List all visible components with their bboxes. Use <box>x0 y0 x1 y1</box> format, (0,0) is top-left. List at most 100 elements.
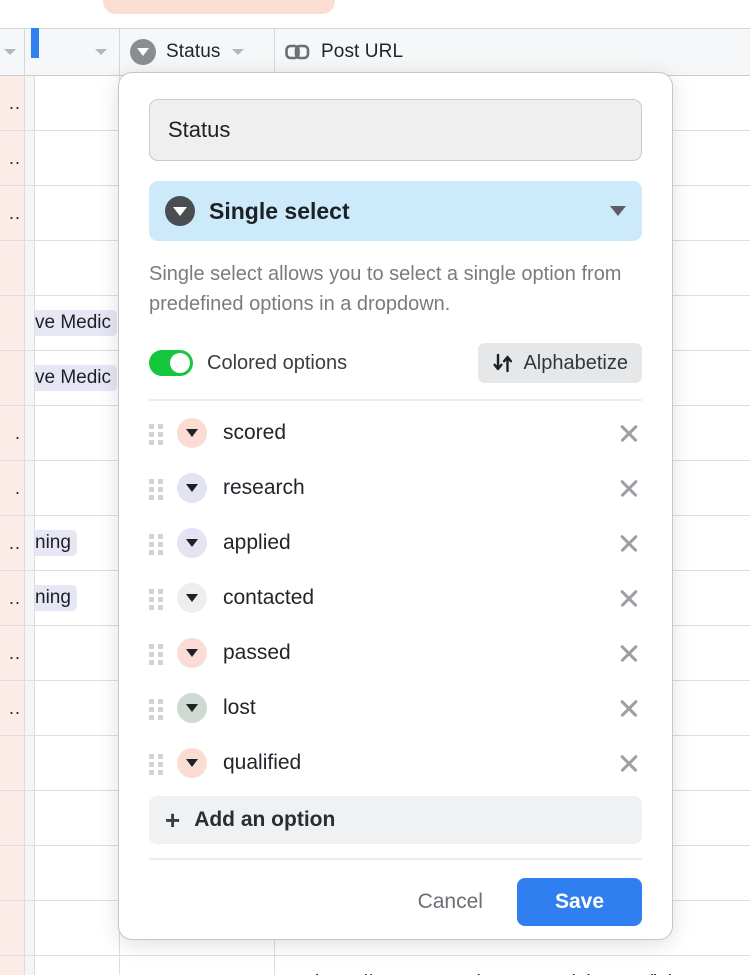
option-color-swatch[interactable] <box>177 637 207 668</box>
row-gutter-cell <box>25 736 35 790</box>
option-row[interactable]: contacted <box>149 570 642 625</box>
row-cell-post-url[interactable]: https://www.remotelyawesomejobs.com/jobs <box>275 956 750 975</box>
close-icon[interactable] <box>616 420 642 446</box>
edit-field-dialog: Single select Single select allows you t… <box>118 72 673 940</box>
row-gutter-cell <box>25 571 35 625</box>
row-cell-company[interactable] <box>35 241 120 295</box>
row-cell-company[interactable]: ning <box>35 571 120 625</box>
save-button[interactable]: Save <box>516 878 642 926</box>
drag-handle-icon[interactable] <box>149 698 165 720</box>
row-marker-cell[interactable]: .. <box>0 516 25 570</box>
close-icon[interactable] <box>616 585 642 611</box>
colored-options-toggle[interactable] <box>149 350 193 376</box>
option-color-swatch[interactable] <box>177 692 207 723</box>
row-gutter-cell <box>25 461 35 515</box>
option-row[interactable]: applied <box>149 515 642 570</box>
option-row[interactable]: lost <box>149 680 642 735</box>
row-cell-company[interactable] <box>35 901 120 955</box>
drag-handle-icon[interactable] <box>149 753 165 775</box>
row-marker-cell[interactable] <box>0 791 25 845</box>
add-option-label: Add an option <box>194 808 336 831</box>
add-option-button[interactable]: + Add an option <box>149 796 642 844</box>
drag-handle-icon[interactable] <box>149 643 165 665</box>
row-cell-company[interactable] <box>35 131 120 185</box>
option-color-swatch[interactable] <box>177 582 207 613</box>
dialog-footer: Cancel Save <box>149 878 642 926</box>
grid-header-cell-post-url[interactable]: Post URL <box>275 28 750 76</box>
close-icon[interactable] <box>616 695 642 721</box>
option-row[interactable]: research <box>149 460 642 515</box>
row-marker-cell[interactable] <box>0 296 25 350</box>
row-marker-cell[interactable]: .. <box>0 131 25 185</box>
row-cell-company[interactable] <box>35 956 120 975</box>
row-gutter-cell <box>25 681 35 735</box>
row-cell-company[interactable] <box>35 626 120 680</box>
cell-chip: ve Medic <box>35 310 118 336</box>
option-name: research <box>223 475 305 499</box>
option-color-swatch[interactable] <box>177 472 207 503</box>
row-marker-cell[interactable] <box>0 241 25 295</box>
footer-divider <box>149 858 642 860</box>
row-cell-company[interactable] <box>35 461 120 515</box>
grid-header-cell-status[interactable]: Status <box>120 28 275 76</box>
field-type-select[interactable]: Single select <box>149 181 642 241</box>
row-marker-cell[interactable]: .. <box>0 571 25 625</box>
drag-handle-icon[interactable] <box>149 588 165 610</box>
drag-handle-icon[interactable] <box>149 423 165 445</box>
chevron-down-icon <box>95 49 107 55</box>
chevron-down-icon <box>4 49 16 55</box>
row-cell-company[interactable] <box>35 76 120 130</box>
row-marker-cell[interactable]: .. <box>0 76 25 130</box>
row-cell-company[interactable] <box>35 791 120 845</box>
row-marker-cell[interactable] <box>0 956 25 975</box>
row-cell-status[interactable] <box>120 956 275 975</box>
drag-handle-icon[interactable] <box>149 478 165 500</box>
app-root: Status Post URL ..17/senio..15/senio..om… <box>0 0 750 975</box>
row-cell-company[interactable]: ve Medic <box>35 296 120 350</box>
row-gutter-cell <box>25 901 35 955</box>
row-marker-cell[interactable] <box>0 901 25 955</box>
grid-header-cell-b[interactable] <box>25 28 120 76</box>
close-icon[interactable] <box>616 475 642 501</box>
row-marker-cell[interactable] <box>0 846 25 900</box>
option-color-swatch[interactable] <box>177 747 207 778</box>
row-marker-cell[interactable]: . <box>0 406 25 460</box>
close-icon[interactable] <box>616 640 642 666</box>
cancel-button[interactable]: Cancel <box>398 880 503 924</box>
option-color-swatch[interactable] <box>177 417 207 448</box>
options-list: scored research applied contacted passed lost… <box>149 405 642 790</box>
row-marker-cell[interactable]: .. <box>0 626 25 680</box>
plus-icon: + <box>165 805 181 835</box>
row-cell-company[interactable] <box>35 406 120 460</box>
alphabetize-button[interactable]: Alphabetize <box>478 343 642 383</box>
colored-options-label: Colored options <box>207 351 348 374</box>
drag-handle-icon[interactable] <box>149 533 165 555</box>
row-marker-cell[interactable] <box>0 736 25 790</box>
option-row[interactable]: passed <box>149 625 642 680</box>
grid-header-label-status: Status <box>166 41 221 62</box>
row-cell-company[interactable]: ning <box>35 516 120 570</box>
option-color-swatch[interactable] <box>177 527 207 558</box>
field-name-input[interactable] <box>149 99 642 161</box>
row-gutter-cell <box>25 406 35 460</box>
close-icon[interactable] <box>616 750 642 776</box>
cell-chip: ve Medic <box>35 365 118 391</box>
grid-header-cell-a[interactable] <box>0 28 25 76</box>
row-marker-cell[interactable]: .. <box>0 186 25 240</box>
option-row[interactable]: scored <box>149 405 642 460</box>
row-cell-company[interactable]: ve Medic <box>35 351 120 405</box>
row-gutter-cell <box>25 791 35 845</box>
row-marker-cell[interactable]: .. <box>0 681 25 735</box>
option-row[interactable]: qualified <box>149 735 642 790</box>
row-marker-cell[interactable]: . <box>0 461 25 515</box>
link-icon <box>285 42 311 62</box>
row-cell-company[interactable] <box>35 736 120 790</box>
table-row[interactable]: https://www.remotelyawesomejobs.com/jobs <box>0 956 750 975</box>
row-gutter-cell <box>25 846 35 900</box>
row-marker-cell[interactable] <box>0 351 25 405</box>
row-cell-company[interactable] <box>35 681 120 735</box>
row-cell-company[interactable] <box>35 846 120 900</box>
row-cell-company[interactable] <box>35 186 120 240</box>
close-icon[interactable] <box>616 530 642 556</box>
chevron-down-icon <box>610 206 626 216</box>
